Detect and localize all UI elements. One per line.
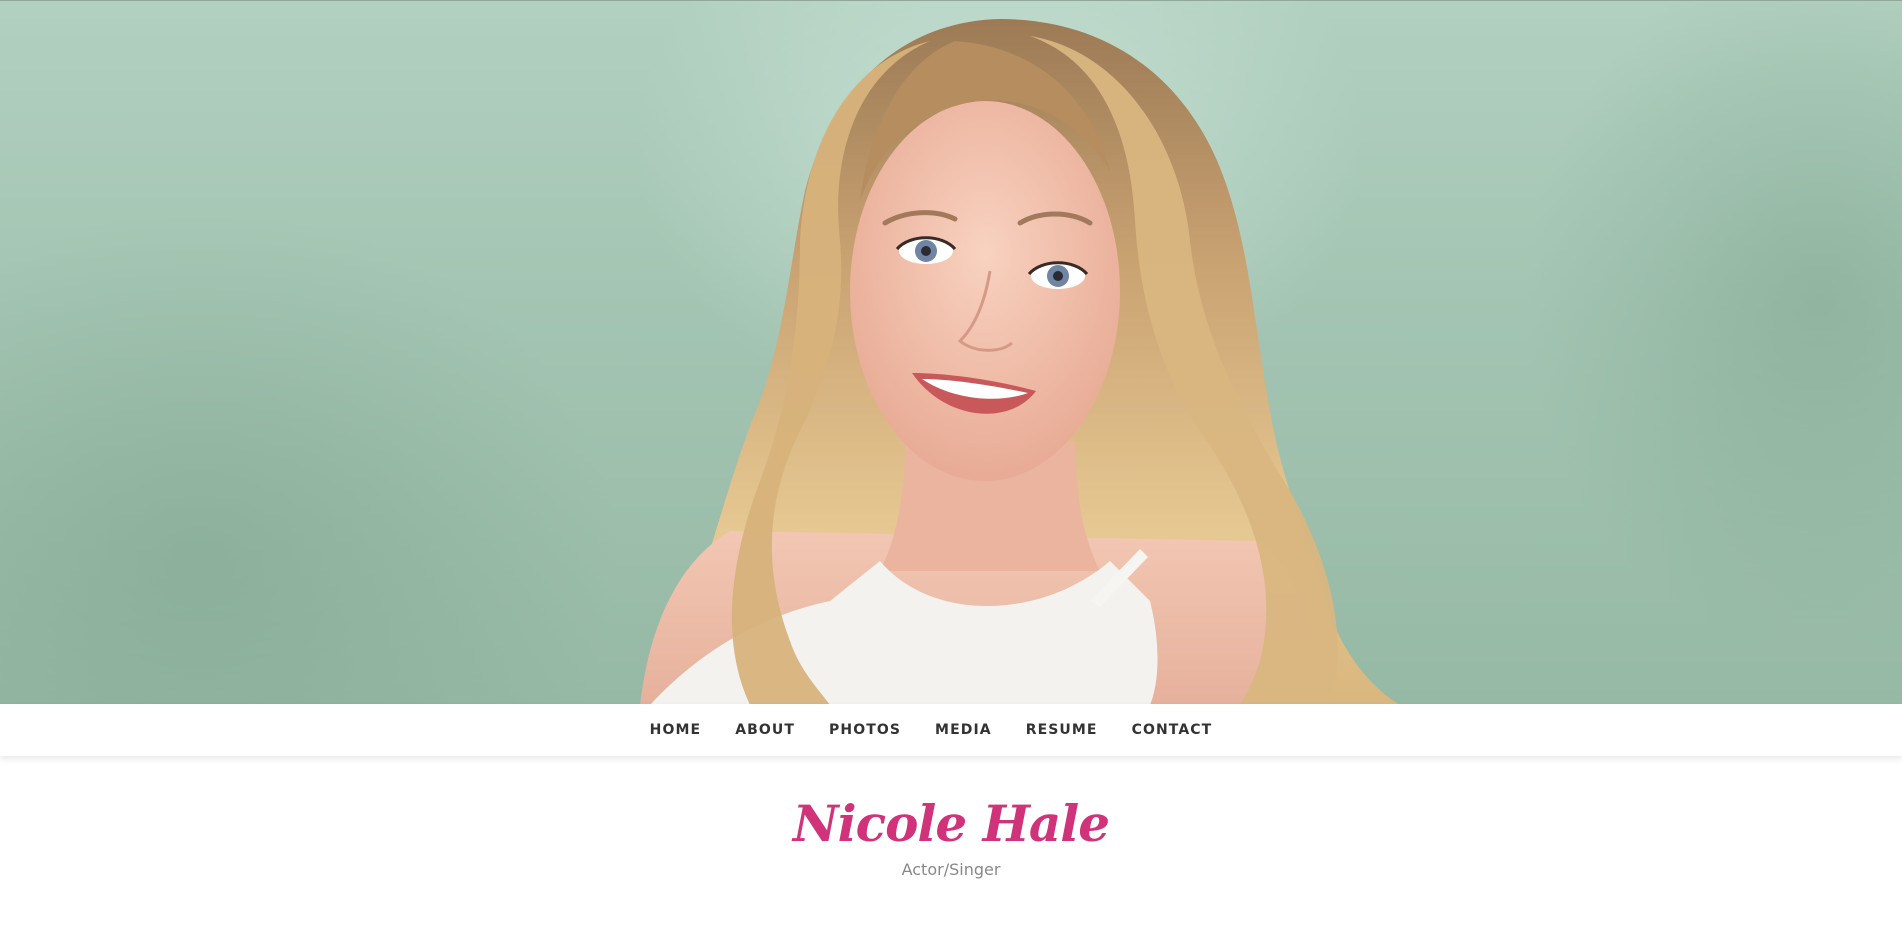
nav-menu: HOME ABOUT PHOTOS MEDIA RESUME CONTACT <box>633 704 1230 756</box>
nav-item-home[interactable]: HOME <box>633 704 719 756</box>
portrait-photo <box>640 19 1399 704</box>
nav-item-about[interactable]: ABOUT <box>718 704 812 756</box>
main-navigation: HOME ABOUT PHOTOS MEDIA RESUME CONTACT <box>0 704 1902 756</box>
nav-item-resume[interactable]: RESUME <box>1009 704 1115 756</box>
nav-item-photos[interactable]: PHOTOS <box>812 704 918 756</box>
site-identity: Nicole Hale Actor/Singer <box>0 756 1902 880</box>
nav-item-contact[interactable]: CONTACT <box>1115 704 1230 756</box>
hero-banner <box>0 0 1902 704</box>
nav-item-media[interactable]: MEDIA <box>918 704 1009 756</box>
site-tagline: Actor/Singer <box>901 860 1001 879</box>
site-title[interactable]: Nicole Hale <box>0 796 1902 852</box>
page: HOME ABOUT PHOTOS MEDIA RESUME CONTACT N… <box>0 0 1902 936</box>
